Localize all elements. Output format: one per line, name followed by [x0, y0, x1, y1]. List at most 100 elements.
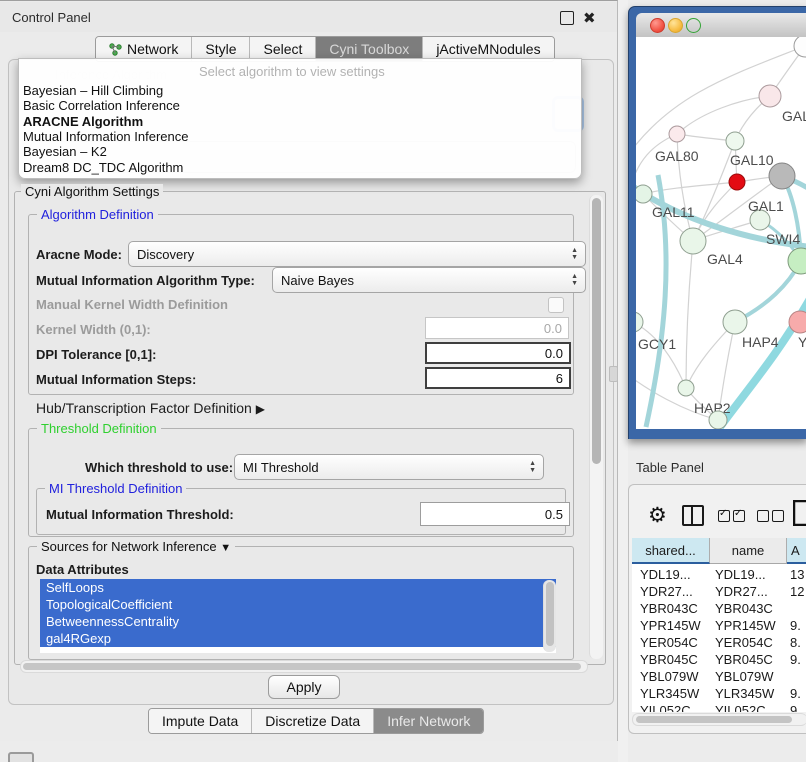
network-node-swi4[interactable]	[788, 248, 806, 274]
which-threshold-select[interactable]: MI Threshold ▲▼	[234, 454, 544, 480]
zoom-traffic-light-icon[interactable]	[686, 18, 701, 33]
attribute-list-item[interactable]: gal4RGexp	[40, 630, 556, 647]
attributes-scrollbar-thumb[interactable]	[546, 582, 554, 646]
network-node-top-partial[interactable]	[794, 37, 806, 57]
algorithm-option[interactable]: Dream8 DC_TDC Algorithm	[23, 160, 183, 175]
algorithm-option[interactable]: Basic Correlation Inference	[23, 98, 180, 113]
checked-boxes-icon[interactable]	[718, 509, 748, 527]
network-node-gcy1[interactable]	[636, 312, 643, 332]
manual-kernel-width-checkbox[interactable]	[548, 297, 564, 313]
split-pane-handle[interactable]	[609, 366, 618, 382]
table-row[interactable]: YLR345WYLR345W9.	[632, 685, 806, 702]
stepper-arrows-icon: ▲▼	[529, 455, 536, 479]
tab-discretize-data[interactable]: Discretize Data	[252, 709, 374, 733]
data-attributes-label: Data Attributes	[36, 562, 129, 577]
table-row[interactable]: YER054CYER054C8.	[632, 634, 806, 651]
close-traffic-light-icon[interactable]	[650, 18, 665, 33]
algorithm-option[interactable]: Bayesian – K2	[23, 144, 107, 159]
threshold-definition-title: Threshold Definition	[37, 421, 161, 436]
network-canvas[interactable]: GALGAL80GAL10GAL1GAL11SWI4GAL4GCY1HAP4YH…	[636, 37, 806, 429]
attributes-scrollbar-track[interactable]	[543, 580, 556, 652]
attribute-list-item[interactable]: SelfLoops	[40, 579, 556, 596]
column-header-name[interactable]: name	[710, 538, 787, 564]
dpi-tolerance-field[interactable]: 0.0	[425, 342, 571, 364]
tab-impute-data[interactable]: Impute Data	[149, 709, 252, 733]
hub-definition-label: Hub/Transcription Factor Definition	[36, 400, 252, 416]
mi-algorithm-type-select[interactable]: Naive Bayes ▲▼	[272, 267, 586, 293]
sources-title: Sources for Network Inference	[41, 539, 217, 554]
network-node-gray-node[interactable]	[769, 163, 795, 189]
table-hscrollbar-track[interactable]	[632, 713, 806, 726]
network-node-gal4[interactable]	[680, 228, 706, 254]
table-row[interactable]: YIL052CYIL052C9	[632, 702, 806, 712]
table-row[interactable]: YBL079WYBL079W	[632, 668, 806, 685]
tab-cyni-toolbox-label: Cyni Toolbox	[329, 41, 409, 57]
network-node-gal80[interactable]	[669, 126, 685, 142]
network-node-hap2[interactable]	[678, 380, 694, 396]
table-row[interactable]: YBR043CYBR043C	[632, 600, 806, 617]
network-node-gal11[interactable]	[636, 185, 652, 203]
gear-icon[interactable]: ⚙	[648, 503, 667, 528]
unchecked-boxes-icon[interactable]	[757, 509, 787, 527]
table-row[interactable]: YBR045CYBR045C9.	[632, 651, 806, 668]
table-cell: 9.	[790, 617, 806, 634]
table-cell: YER054C	[640, 634, 706, 651]
kernel-width-label: Kernel Width (0,1):	[36, 322, 151, 337]
which-threshold-value: MI Threshold	[243, 460, 319, 475]
mi-threshold-field[interactable]: 0.5	[420, 502, 570, 526]
algorithm-option[interactable]: ARACNE Algorithm	[23, 114, 143, 129]
settings-hscrollbar-thumb[interactable]	[23, 663, 581, 670]
aracne-mode-value: Discovery	[137, 247, 194, 262]
table-cell: YLR345W	[640, 685, 706, 702]
minimized-panel-fragment[interactable]	[8, 752, 34, 762]
table-cell: YDR27...	[715, 583, 785, 600]
settings-hscrollbar-track[interactable]	[20, 660, 588, 673]
attribute-list-item[interactable]: BetweennessCentrality	[40, 613, 556, 630]
tab-infer-network[interactable]: Infer Network	[374, 709, 483, 733]
algorithm-option[interactable]: Mutual Information Inference	[23, 129, 188, 144]
dpi-tolerance-label: DPI Tolerance [0,1]:	[36, 347, 156, 362]
settings-scrollbar-track[interactable]	[589, 195, 603, 659]
node-label-gal80: GAL80	[655, 148, 699, 164]
network-node-gal10[interactable]	[726, 132, 744, 150]
network-node-red-node[interactable]	[729, 174, 745, 190]
network-window-titlebar[interactable]	[636, 13, 806, 38]
mi-threshold-label: Mutual Information Threshold:	[46, 507, 234, 522]
table-row[interactable]: YDL19...YDL19...13	[632, 566, 806, 583]
attribute-list-item[interactable]: TopologicalCoefficient	[40, 596, 556, 613]
minimize-traffic-light-icon[interactable]	[668, 18, 683, 33]
column-header-shared-name[interactable]: shared...	[632, 538, 710, 564]
table-cell: YBL079W	[640, 668, 706, 685]
stepper-arrows-icon: ▲▼	[571, 268, 578, 292]
settings-scrollbar-thumb[interactable]	[592, 198, 601, 464]
table-cell: YDL19...	[715, 566, 785, 583]
mi-steps-field[interactable]: 6	[425, 367, 571, 389]
network-node-hap4[interactable]	[723, 310, 747, 334]
apply-button[interactable]: Apply	[268, 675, 340, 699]
node-label-pink-right: Y	[798, 334, 806, 350]
table-hscrollbar-thumb[interactable]	[636, 716, 792, 723]
split-columns-icon[interactable]	[682, 505, 704, 526]
network-edge[interactable]	[686, 241, 693, 388]
aracne-mode-select[interactable]: Discovery ▲▼	[128, 241, 586, 267]
sources-toggle[interactable]: Sources for Network Inference ▼	[37, 539, 235, 554]
algorithm-option[interactable]: Bayesian – Hill Climbing	[23, 83, 163, 98]
node-label-gal1: GAL1	[748, 198, 784, 214]
network-edge[interactable]	[677, 96, 770, 134]
network-node-pink-right[interactable]	[789, 311, 806, 333]
network-node-bottom-partial[interactable]	[709, 411, 727, 429]
column-header-partial[interactable]: A	[787, 538, 806, 564]
node-label-gal11: GAL11	[652, 204, 695, 220]
float-window-icon[interactable]	[560, 11, 574, 25]
table-row[interactable]: YPR145WYPR145W9.	[632, 617, 806, 634]
stepper-arrows-icon: ▲▼	[571, 242, 578, 266]
document-icon[interactable]	[793, 500, 806, 526]
table-row[interactable]: YDR27...YDR27...12	[632, 583, 806, 600]
close-icon[interactable]: ✖	[583, 9, 596, 27]
table-panel-title: Table Panel	[636, 460, 704, 475]
mi-algorithm-type-label: Mutual Information Algorithm Type:	[36, 273, 255, 288]
network-node-gal-pink[interactable]	[759, 85, 781, 107]
tab-network-label: Network	[127, 41, 178, 57]
table-cell: YBR045C	[640, 651, 706, 668]
hub-definition-toggle[interactable]: Hub/Transcription Factor Definition ▶	[36, 400, 265, 416]
